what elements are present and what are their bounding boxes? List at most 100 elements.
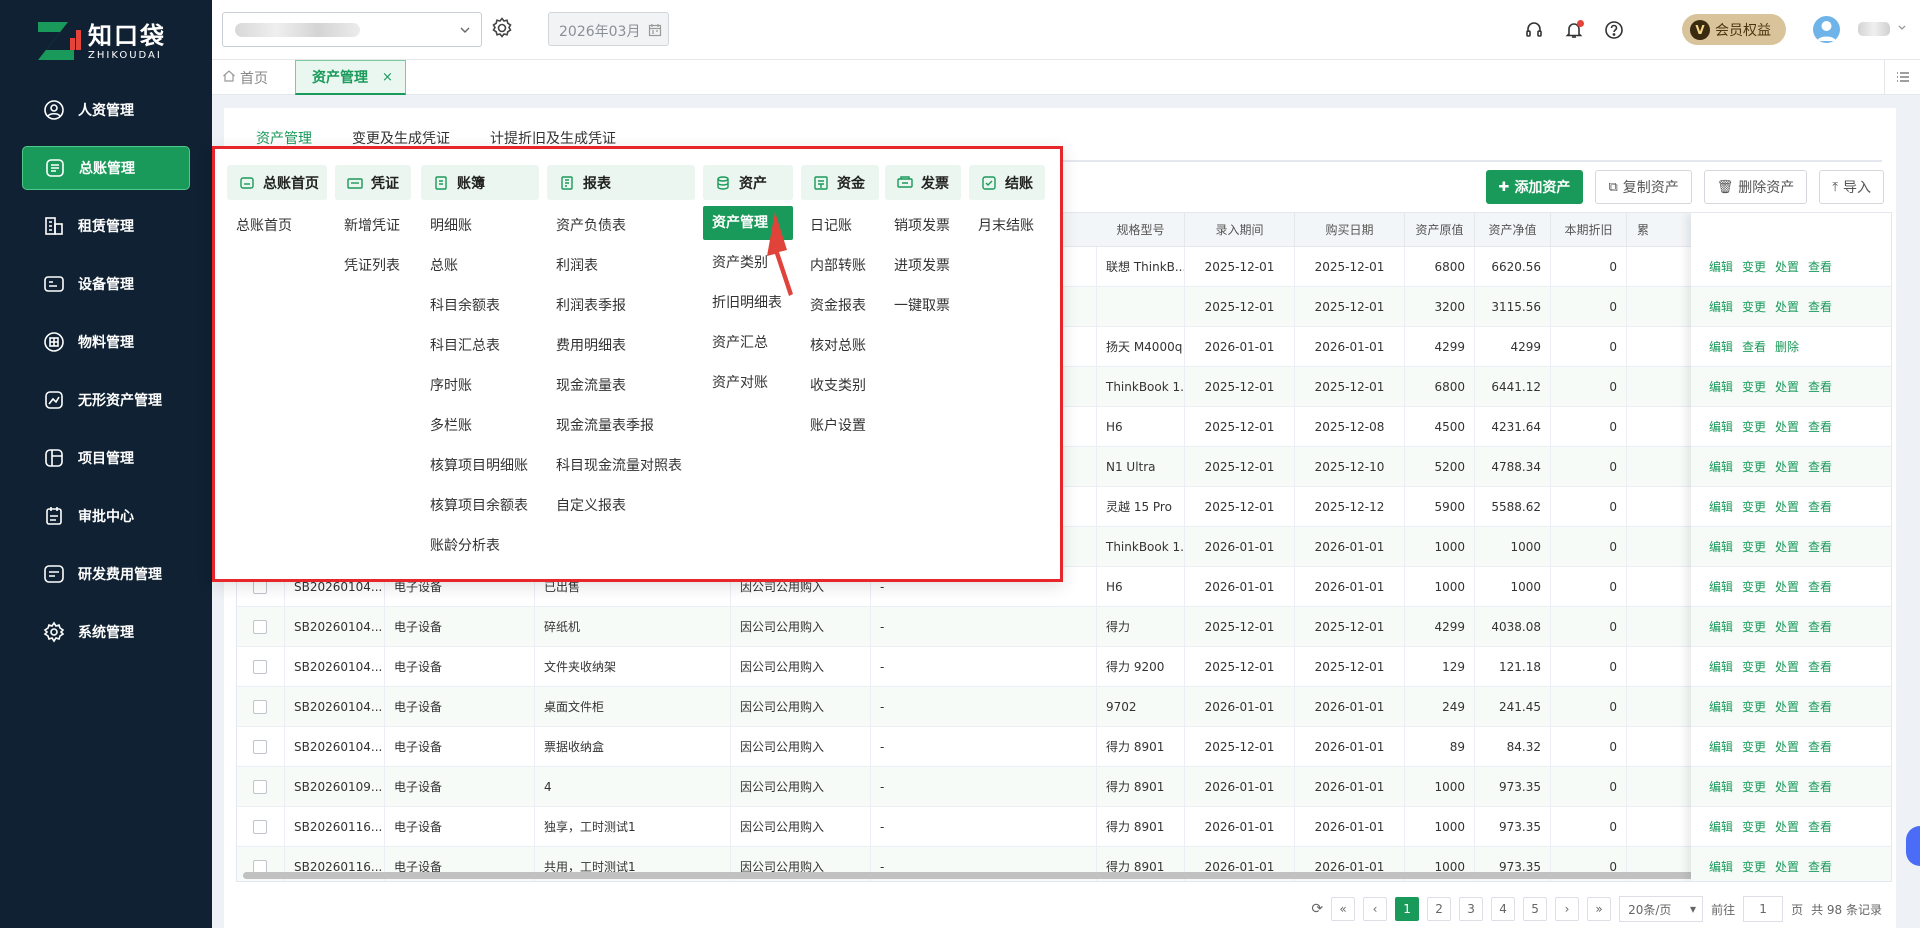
menu-head-invoice[interactable]: 发票 — [885, 165, 961, 200]
sidebar-item-project[interactable]: 项目管理 — [22, 436, 190, 480]
menu-item-fund-report[interactable]: 资金报表 — [801, 286, 879, 326]
company-select[interactable] — [222, 12, 482, 47]
subtab-depreciation-voucher[interactable]: 计提折旧及生成凭证 — [490, 128, 616, 148]
page-4[interactable]: 4 — [1491, 897, 1516, 921]
menu-item-sales-invoice[interactable]: 销项发票 — [885, 206, 961, 246]
page-2[interactable]: 2 — [1427, 897, 1452, 921]
copy-asset-button[interactable]: ⧉ 复制资产 — [1595, 170, 1692, 204]
table-row[interactable]: SB20260104... 电子设备 票据收纳盒 因公司公用购入 - 得力 8901 202… — [237, 727, 1891, 767]
row-action-link[interactable]: 变更 — [1742, 260, 1766, 274]
menu-item-check-ledger[interactable]: 核对总账 — [801, 326, 879, 366]
row-checkbox[interactable] — [253, 620, 267, 634]
page-1[interactable]: 1 — [1395, 897, 1420, 921]
menu-item-ledger-home[interactable]: 总账首页 — [227, 206, 327, 246]
menu-item-item-balance[interactable]: 核算项目余额表 — [421, 486, 539, 526]
table-row[interactable]: SB20260109... 电子设备 4 因公司公用购入 - 得力 8901 2026-01… — [237, 767, 1891, 807]
menu-item-detail-ledger[interactable]: 明细账 — [421, 206, 539, 246]
subtab-asset-management[interactable]: 资产管理 — [256, 128, 312, 148]
menu-item-asset-summary[interactable]: 资产汇总 — [703, 323, 793, 363]
sidebar-item-ledger[interactable]: 总账管理 — [22, 146, 190, 190]
row-action-link[interactable]: 查看 — [1808, 380, 1832, 394]
header-entry-period[interactable]: 录入期间 — [1185, 213, 1295, 247]
header-original-value[interactable]: 资产原值 — [1405, 213, 1475, 247]
horizontal-scrollbar[interactable] — [243, 872, 1773, 879]
sidebar-item-intangible[interactable]: 无形资产管理 — [22, 378, 190, 422]
tab-asset-management[interactable]: 资产管理 × — [295, 60, 406, 95]
row-action-link[interactable]: 变更 — [1742, 420, 1766, 434]
row-action-link[interactable]: 变更 — [1742, 620, 1766, 634]
menu-item-new-voucher[interactable]: 新增凭证 — [335, 206, 411, 246]
row-action-link[interactable]: 编辑 — [1709, 260, 1733, 274]
close-icon[interactable]: × — [382, 70, 393, 85]
sidebar-item-lease[interactable]: 租赁管理 — [22, 204, 190, 248]
goto-page-input[interactable]: 1 — [1743, 896, 1784, 922]
row-checkbox[interactable] — [253, 660, 267, 674]
menu-item-internal-transfer[interactable]: 内部转账 — [801, 246, 879, 286]
row-action-link[interactable]: 处置 — [1775, 740, 1799, 754]
row-action-link[interactable]: 变更 — [1742, 860, 1766, 874]
header-depreciation[interactable]: 本期折旧 — [1551, 213, 1627, 247]
menu-head-reports[interactable]: 报表 — [547, 165, 695, 200]
header-purchase-date[interactable]: 购买日期 — [1295, 213, 1405, 247]
row-action-link[interactable]: 处置 — [1775, 580, 1799, 594]
menu-item-income-quarterly[interactable]: 利润表季报 — [547, 286, 695, 326]
menu-item-income-expense-type[interactable]: 收支类别 — [801, 366, 879, 406]
menu-item-aging[interactable]: 账龄分析表 — [421, 526, 539, 566]
row-action-link[interactable]: 编辑 — [1709, 420, 1733, 434]
chat-widget-button[interactable] — [1906, 826, 1920, 866]
row-action-link[interactable]: 编辑 — [1709, 780, 1733, 794]
header-spec[interactable]: 规格型号 — [1097, 213, 1185, 247]
row-action-link[interactable]: 查看 — [1808, 420, 1832, 434]
header-accumulated[interactable]: 累 — [1627, 213, 1697, 247]
row-action-link[interactable]: 编辑 — [1709, 860, 1733, 874]
row-checkbox[interactable] — [253, 700, 267, 714]
menu-item-item-detail[interactable]: 核算项目明细账 — [421, 446, 539, 486]
chevron-down-icon[interactable] — [1897, 22, 1907, 37]
table-row[interactable]: SB20260104... 电子设备 桌面文件柜 因公司公用购入 -9702 2026-0… — [237, 687, 1891, 727]
row-checkbox[interactable] — [253, 580, 267, 594]
page-3[interactable]: 3 — [1459, 897, 1484, 921]
row-action-link[interactable]: 处置 — [1775, 620, 1799, 634]
header-net-value[interactable]: 资产净值 — [1475, 213, 1551, 247]
help-icon[interactable] — [1604, 20, 1624, 44]
row-action-link[interactable]: 查看 — [1808, 780, 1832, 794]
row-checkbox[interactable] — [253, 740, 267, 754]
row-action-link[interactable]: 处置 — [1775, 780, 1799, 794]
menu-head-closing[interactable]: 结账 — [969, 165, 1045, 200]
menu-head-books[interactable]: 账簿 — [421, 165, 539, 200]
menu-item-general-ledger[interactable]: 总账 — [421, 246, 539, 286]
menu-item-fetch-invoices[interactable]: 一键取票 — [885, 286, 961, 326]
row-action-link[interactable]: 编辑 — [1709, 700, 1733, 714]
sidebar-item-material[interactable]: 物料管理 — [22, 320, 190, 364]
menu-item-custom-report[interactable]: 自定义报表 — [547, 486, 695, 526]
menu-item-account-balance[interactable]: 科目余额表 — [421, 286, 539, 326]
row-action-link[interactable]: 查看 — [1808, 620, 1832, 634]
tab-home[interactable]: 首页 — [222, 60, 268, 95]
refresh-icon[interactable]: ⟳ — [1311, 901, 1323, 917]
row-action-link[interactable]: 编辑 — [1709, 460, 1733, 474]
row-action-link[interactable]: 变更 — [1742, 820, 1766, 834]
row-action-link[interactable]: 变更 — [1742, 380, 1766, 394]
row-action-link[interactable]: 变更 — [1742, 740, 1766, 754]
row-action-link[interactable]: 处置 — [1775, 300, 1799, 314]
add-asset-button[interactable]: ✚ 添加资产 — [1485, 170, 1584, 204]
row-action-link[interactable]: 变更 — [1742, 500, 1766, 514]
row-action-link[interactable]: 查看 — [1808, 740, 1832, 754]
menu-item-asset-reconcile[interactable]: 资产对账 — [703, 363, 793, 403]
menu-item-cash-flow[interactable]: 现金流量表 — [547, 366, 695, 406]
row-action-link[interactable]: 处置 — [1775, 420, 1799, 434]
menu-item-cash-flow-mapping[interactable]: 科目现金流量对照表 — [547, 446, 695, 486]
row-action-link[interactable]: 变更 — [1742, 300, 1766, 314]
row-action-link[interactable]: 处置 — [1775, 500, 1799, 514]
menu-item-purchase-invoice[interactable]: 进项发票 — [885, 246, 961, 286]
row-checkbox[interactable] — [253, 820, 267, 834]
avatar[interactable] — [1813, 16, 1840, 43]
next-page-button[interactable]: › — [1555, 897, 1580, 921]
row-action-link[interactable]: 处置 — [1775, 540, 1799, 554]
row-action-link[interactable]: 查看 — [1808, 820, 1832, 834]
row-action-link[interactable]: 查看 — [1808, 860, 1832, 874]
sidebar-item-rd[interactable]: 研发费用管理 — [22, 552, 190, 596]
row-action-link[interactable]: 处置 — [1775, 860, 1799, 874]
settings-gear-icon[interactable] — [490, 16, 514, 44]
menu-item-cash-flow-quarterly[interactable]: 现金流量表季报 — [547, 406, 695, 446]
